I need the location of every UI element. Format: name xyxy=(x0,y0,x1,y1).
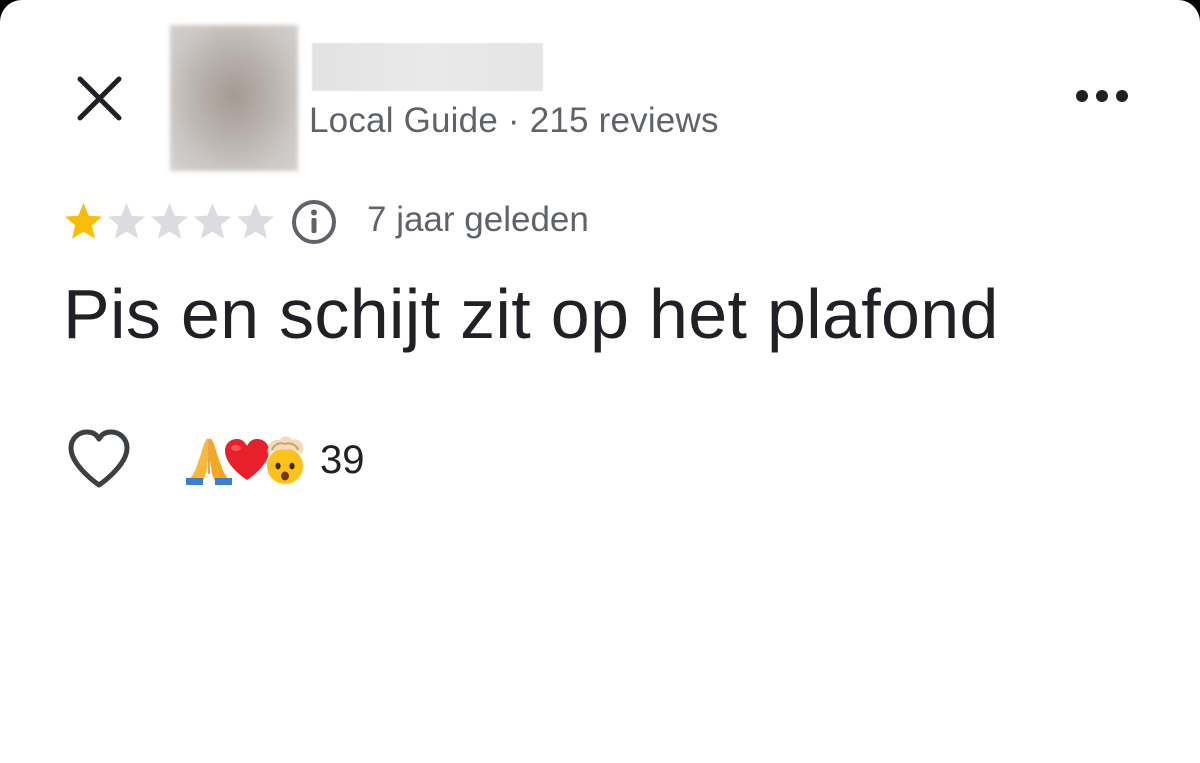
star-rating xyxy=(62,200,280,243)
star-empty-icon xyxy=(194,202,231,239)
heart-outline-icon xyxy=(68,429,130,488)
reviewer-meta: Local Guide · 215 reviews xyxy=(309,101,719,140)
review-sheet: Local Guide · 215 reviews 7 jaar geleden… xyxy=(0,0,1200,763)
review-text: Pis en schijt zit op het plafond xyxy=(63,275,999,353)
reactions-summary[interactable]: 39 xyxy=(184,434,365,486)
star-filled-icon xyxy=(65,202,102,239)
review-time: 7 jaar geleden xyxy=(367,200,589,239)
star-empty-icon xyxy=(108,202,145,239)
more-options-button[interactable] xyxy=(1072,80,1132,112)
exploding-head-emoji xyxy=(267,436,304,484)
rating-row xyxy=(62,196,280,246)
like-button[interactable] xyxy=(64,428,134,492)
close-icon xyxy=(77,76,122,121)
reaction-emojis xyxy=(184,434,310,486)
reaction-count: 39 xyxy=(320,438,365,482)
close-button[interactable] xyxy=(70,70,128,128)
info-button[interactable] xyxy=(290,198,338,246)
info-icon xyxy=(292,200,336,244)
star-empty-icon xyxy=(237,202,274,239)
reviewer-name[interactable] xyxy=(312,43,543,91)
star-empty-icon xyxy=(151,202,188,239)
avatar[interactable] xyxy=(170,25,298,171)
more-horizontal-icon xyxy=(1076,90,1128,102)
